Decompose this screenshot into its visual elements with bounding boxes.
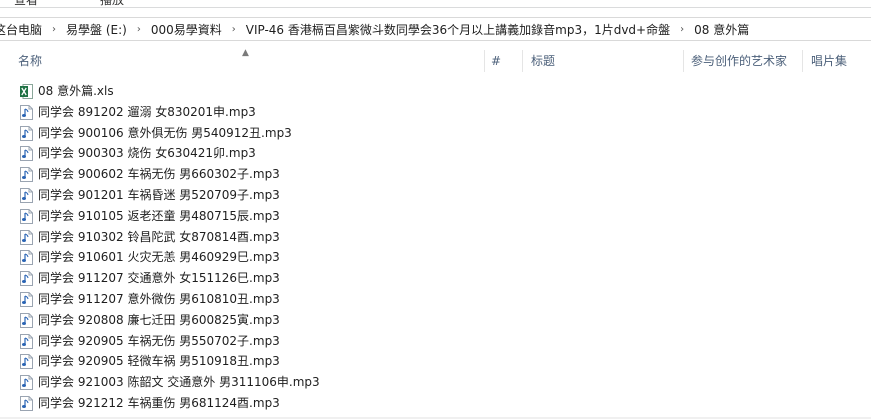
column-divider[interactable] bbox=[802, 50, 803, 72]
audio-file-icon bbox=[20, 250, 33, 266]
column-divider[interactable] bbox=[683, 50, 684, 72]
breadcrumb-folder-root[interactable]: 000易學資料 bbox=[149, 21, 224, 38]
ribbon-tab-play[interactable]: 播放 bbox=[100, 0, 124, 6]
file-name: 同学会 900303 烧伤 女630421卯.mp3 bbox=[38, 146, 256, 161]
file-name: 同学会 901201 车祸昏迷 男520709子.mp3 bbox=[38, 188, 280, 202]
breadcrumb-chevron-icon[interactable]: › bbox=[224, 24, 244, 35]
file-row[interactable]: 同学会 910302 铃昌陀武 女870814酉.mp3 bbox=[0, 227, 871, 248]
column-divider[interactable] bbox=[484, 50, 485, 72]
file-row[interactable]: 同学会 900106 意外俱无伤 男540912丑.mp3 bbox=[0, 123, 871, 144]
file-row[interactable]: 同学会 900303 烧伤 女630421卯.mp3 bbox=[0, 143, 871, 164]
file-row[interactable]: 同学会 910601 火灾无恙 男460929巳.mp3 bbox=[0, 247, 871, 268]
file-name: 同学会 891202 遛溺 女830201申.mp3 bbox=[38, 104, 256, 119]
file-name: 同学会 921212 车祸重伤 男681124酉.mp3 bbox=[38, 396, 280, 410]
file-name: 同学会 920905 轻微车祸 男510918丑.mp3 bbox=[38, 354, 280, 369]
address-bar[interactable]: 这台电脑 › 易學盤 (E:) › 000易學資料 › VIP-46 香港槅百昌… bbox=[0, 17, 871, 41]
file-name: 同学会 900106 意外俱无伤 男540912丑.mp3 bbox=[38, 125, 292, 140]
breadcrumb-drive[interactable]: 易學盤 (E:) bbox=[64, 21, 129, 38]
file-row[interactable]: 同学会 911207 意外微伤 男610810丑.mp3 bbox=[0, 289, 871, 310]
column-header-artist[interactable]: 参与创作的艺术家 bbox=[691, 48, 787, 74]
ribbon-tab-view[interactable]: 查看 bbox=[14, 0, 38, 6]
audio-file-icon bbox=[20, 167, 33, 183]
file-row[interactable]: 同学会 910105 返老还童 男480715辰.mp3 bbox=[0, 206, 871, 227]
file-name: 同学会 920905 车祸无伤 男550702子.mp3 bbox=[38, 333, 280, 348]
column-divider[interactable] bbox=[522, 50, 523, 72]
file-row[interactable]: 同学会 920808 廉七迁田 男600825寅.mp3 bbox=[0, 310, 871, 331]
breadcrumb-this-pc[interactable]: 这台电脑 bbox=[0, 21, 44, 38]
file-row[interactable]: 同学会 891202 遛溺 女830201申.mp3 bbox=[0, 102, 871, 123]
audio-file-icon bbox=[20, 188, 33, 203]
ribbon-tab-strip: 查看 播放 bbox=[0, 0, 871, 8]
audio-file-icon bbox=[20, 146, 33, 162]
column-header-title[interactable]: 标题 bbox=[531, 48, 555, 74]
audio-file-icon bbox=[20, 333, 33, 349]
audio-file-icon bbox=[20, 396, 33, 411]
file-name: 同学会 900602 车祸无伤 男660302子.mp3 bbox=[38, 167, 280, 182]
file-name: 同学会 910105 返老还童 男480715辰.mp3 bbox=[38, 208, 280, 223]
excel-file-icon bbox=[20, 84, 33, 99]
audio-file-icon bbox=[20, 229, 33, 245]
file-name: 08 意外篇.xls bbox=[38, 84, 114, 98]
audio-file-icon bbox=[20, 125, 33, 141]
audio-file-icon bbox=[20, 271, 33, 287]
file-name: 同学会 910601 火灾无恙 男460929巳.mp3 bbox=[38, 250, 280, 265]
file-row[interactable]: 同学会 901201 车祸昏迷 男520709子.mp3 bbox=[0, 185, 871, 206]
breadcrumb-chevron-icon[interactable]: › bbox=[44, 24, 64, 35]
breadcrumb-folder-course[interactable]: VIP-46 香港槅百昌紫微斗数同學会36个月以上講義加錄音mp3，1片dvd+… bbox=[244, 21, 672, 38]
audio-file-icon bbox=[20, 208, 33, 224]
audio-file-icon bbox=[20, 312, 33, 328]
sort-ascending-icon: ▲ bbox=[242, 48, 249, 58]
file-name: 同学会 920808 廉七迁田 男600825寅.mp3 bbox=[38, 312, 280, 327]
audio-file-icon bbox=[20, 292, 33, 307]
file-row[interactable]: 同学会 921003 陈韶文 交通意外 男311106申.mp3 bbox=[0, 372, 871, 393]
file-row[interactable]: 同学会 921212 车祸重伤 男681124酉.mp3 bbox=[0, 393, 871, 414]
breadcrumb-folder-current[interactable]: 08 意外篇 bbox=[692, 21, 751, 38]
column-header-row: ▲ 名称 # 标题 参与创作的艺术家 唱片集 bbox=[0, 48, 871, 74]
file-row[interactable]: 同学会 911207 交通意外 女151126巳.mp3 bbox=[0, 268, 871, 289]
file-name: 同学会 921003 陈韶文 交通意外 男311106申.mp3 bbox=[38, 375, 320, 390]
column-header-number[interactable]: # bbox=[491, 48, 501, 74]
file-row[interactable]: 08 意外篇.xls bbox=[0, 81, 871, 102]
audio-file-icon bbox=[20, 375, 33, 391]
file-row[interactable]: 同学会 920905 轻微车祸 男510918丑.mp3 bbox=[0, 351, 871, 372]
file-explorer-window: 查看 播放 这台电脑 › 易學盤 (E:) › 000易學資料 › VIP-46… bbox=[0, 0, 871, 419]
breadcrumb-chevron-icon[interactable]: › bbox=[672, 24, 692, 35]
column-header-album[interactable]: 唱片集 bbox=[811, 48, 847, 74]
file-name: 同学会 911207 意外微伤 男610810丑.mp3 bbox=[38, 292, 280, 306]
file-name: 同学会 910302 铃昌陀武 女870814酉.mp3 bbox=[38, 229, 280, 244]
breadcrumb-chevron-icon[interactable]: › bbox=[129, 24, 149, 35]
file-name: 同学会 911207 交通意外 女151126巳.mp3 bbox=[38, 271, 280, 286]
file-row[interactable]: 同学会 900602 车祸无伤 男660302子.mp3 bbox=[0, 164, 871, 185]
audio-file-icon bbox=[20, 354, 33, 370]
audio-file-icon bbox=[20, 104, 33, 120]
file-row[interactable]: 同学会 920905 车祸无伤 男550702子.mp3 bbox=[0, 331, 871, 352]
column-header-name[interactable]: 名称 bbox=[18, 48, 42, 74]
